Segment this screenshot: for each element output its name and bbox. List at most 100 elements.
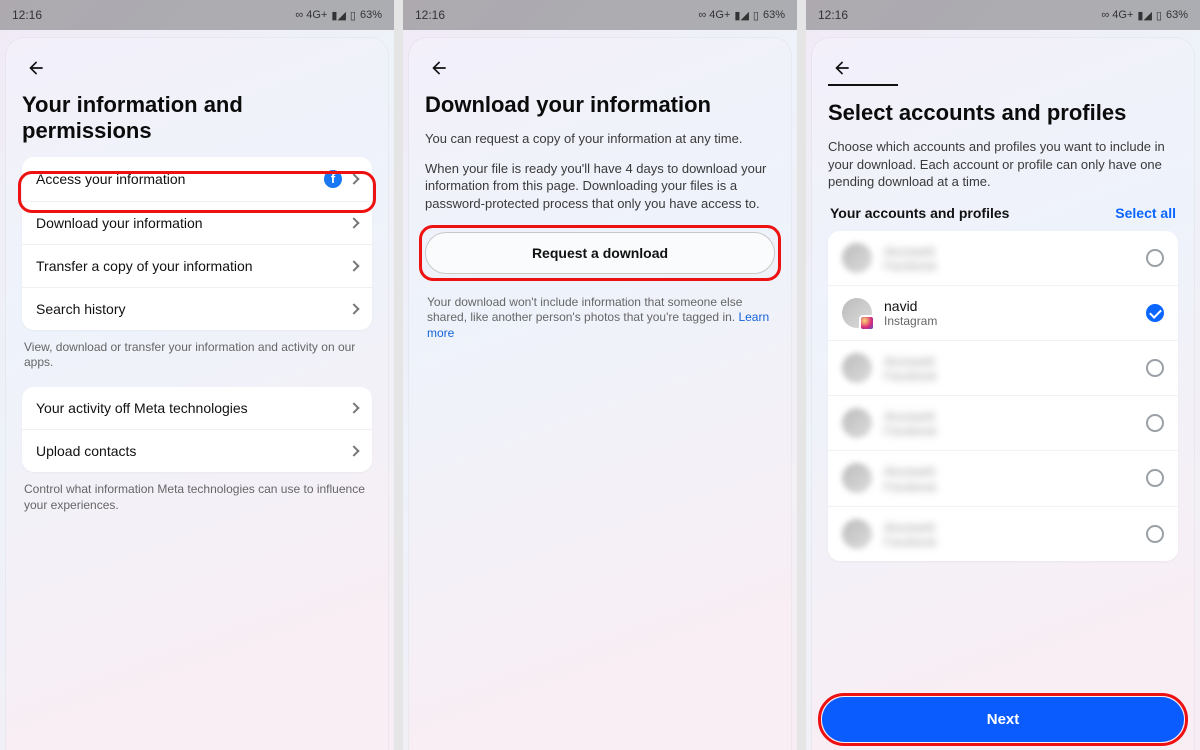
status-signal-icon: ▮◢ — [734, 9, 749, 22]
account-row[interactable]: AccountFacebook — [828, 341, 1178, 396]
row-label: Search history — [36, 301, 125, 317]
status-net: ∞ 4G+ — [1101, 9, 1133, 21]
battery-icon: ▯ — [753, 9, 759, 22]
note: Your download won't include information … — [427, 295, 773, 342]
avatar — [842, 353, 872, 383]
status-bar: 12:16 ∞ 4G+ ▮◢ ▯ 63% — [806, 0, 1200, 30]
select-all-link[interactable]: Select all — [1115, 205, 1176, 221]
status-time: 12:16 — [415, 8, 445, 22]
status-right: ∞ 4G+ ▮◢ ▯ 63% — [698, 9, 785, 22]
status-time: 12:16 — [818, 8, 848, 22]
chevron-right-icon — [348, 173, 359, 184]
card-info: Access your information f Download your … — [22, 157, 372, 330]
status-net: ∞ 4G+ — [698, 9, 730, 21]
account-sub: Facebook — [884, 480, 937, 494]
facebook-icon: f — [324, 170, 342, 188]
row-search-history[interactable]: Search history — [22, 288, 372, 330]
chevron-right-icon — [348, 217, 359, 228]
phone-2: 12:16 ∞ 4G+ ▮◢ ▯ 63% Download your infor… — [403, 0, 797, 750]
sheet-2: Download your information You can reques… — [409, 38, 791, 750]
status-time: 12:16 — [12, 8, 42, 22]
avatar — [842, 243, 872, 273]
status-bar: 12:16 ∞ 4G+ ▮◢ ▯ 63% — [403, 0, 797, 30]
row-activity-off-meta[interactable]: Your activity off Meta technologies — [22, 387, 372, 430]
next-wrap: Next — [822, 697, 1184, 742]
section-head: Your accounts and profiles Select all — [830, 205, 1176, 221]
battery-icon: ▯ — [1156, 9, 1162, 22]
row-label: Upload contacts — [36, 443, 136, 459]
account-row[interactable]: AccountFacebook — [828, 451, 1178, 506]
row-upload-contacts[interactable]: Upload contacts — [22, 430, 372, 472]
row-transfer-copy[interactable]: Transfer a copy of your information — [22, 245, 372, 288]
account-name: Account — [884, 519, 937, 535]
status-signal-icon: ▮◢ — [1137, 9, 1152, 22]
account-sub: Facebook — [884, 424, 937, 438]
caption-1: View, download or transfer your informat… — [24, 340, 370, 371]
avatar — [842, 408, 872, 438]
chevron-right-icon — [348, 260, 359, 271]
status-battery: 63% — [1166, 9, 1188, 21]
account-sub: Instagram — [884, 314, 937, 328]
row-label: Transfer a copy of your information — [36, 258, 253, 274]
account-name: Account — [884, 243, 937, 259]
account-row[interactable]: AccountFacebook — [828, 231, 1178, 286]
sheet-3: Select accounts and profiles Choose whic… — [812, 38, 1194, 750]
chevron-right-icon — [348, 303, 359, 314]
avatar — [842, 463, 872, 493]
status-battery: 63% — [763, 9, 785, 21]
row-label: Download your information — [36, 215, 203, 231]
select-radio[interactable] — [1146, 469, 1164, 487]
select-radio[interactable] — [1146, 525, 1164, 543]
status-right: ∞ 4G+ ▮◢ ▯ 63% — [295, 9, 382, 22]
row-access-info[interactable]: Access your information f — [22, 157, 372, 202]
account-row[interactable]: navidInstagram — [828, 286, 1178, 341]
status-net: ∞ 4G+ — [295, 9, 327, 21]
arrow-left-icon — [832, 58, 852, 78]
para-1: You can request a copy of your informati… — [425, 130, 775, 148]
note-text: Your download won't include information … — [427, 295, 742, 325]
account-sub: Facebook — [884, 535, 937, 549]
battery-icon: ▯ — [350, 9, 356, 22]
account-sub: Facebook — [884, 369, 937, 383]
account-name: Account — [884, 353, 937, 369]
select-radio[interactable] — [1146, 359, 1164, 377]
status-right: ∞ 4G+ ▮◢ ▯ 63% — [1101, 9, 1188, 22]
status-signal-icon: ▮◢ — [331, 9, 346, 22]
next-button[interactable]: Next — [822, 697, 1184, 742]
section-label: Your accounts and profiles — [830, 205, 1009, 221]
account-name: Account — [884, 408, 937, 424]
status-battery: 63% — [360, 9, 382, 21]
status-bar: 12:16 ∞ 4G+ ▮◢ ▯ 63% — [0, 0, 394, 30]
chevron-right-icon — [348, 445, 359, 456]
account-name: Account — [884, 463, 937, 479]
page-title: Select accounts and profiles — [828, 100, 1178, 126]
chevron-right-icon — [348, 402, 359, 413]
tab-underline — [828, 84, 898, 86]
account-sub: Facebook — [884, 259, 937, 273]
row-label: Access your information — [36, 171, 185, 187]
phone-3: 12:16 ∞ 4G+ ▮◢ ▯ 63% Select accounts and… — [806, 0, 1200, 750]
para: Choose which accounts and profiles you w… — [828, 138, 1178, 191]
select-radio[interactable] — [1146, 249, 1164, 267]
account-name: navid — [884, 298, 937, 314]
back-button[interactable] — [828, 54, 856, 82]
caption-2: Control what information Meta technologi… — [24, 482, 370, 513]
account-row[interactable]: AccountFacebook — [828, 396, 1178, 451]
row-download-info[interactable]: Download your information — [22, 202, 372, 245]
select-radio[interactable] — [1146, 414, 1164, 432]
card-activity: Your activity off Meta technologies Uplo… — [22, 387, 372, 472]
page-title: Your information and permissions — [22, 92, 372, 145]
page-title: Download your information — [425, 92, 775, 118]
row-label: Your activity off Meta technologies — [36, 400, 248, 416]
request-button-wrap: Request a download — [425, 229, 775, 277]
arrow-left-icon — [429, 58, 449, 78]
sheet-1: Your information and permissions Access … — [6, 38, 388, 750]
para-2: When your file is ready you'll have 4 da… — [425, 160, 775, 213]
account-row[interactable]: AccountFacebook — [828, 507, 1178, 561]
select-radio[interactable] — [1146, 304, 1164, 322]
arrow-left-icon — [26, 58, 46, 78]
phone-1: 12:16 ∞ 4G+ ▮◢ ▯ 63% Your information an… — [0, 0, 394, 750]
back-button[interactable] — [425, 54, 453, 82]
request-download-button[interactable]: Request a download — [425, 232, 775, 274]
back-button[interactable] — [22, 54, 50, 82]
